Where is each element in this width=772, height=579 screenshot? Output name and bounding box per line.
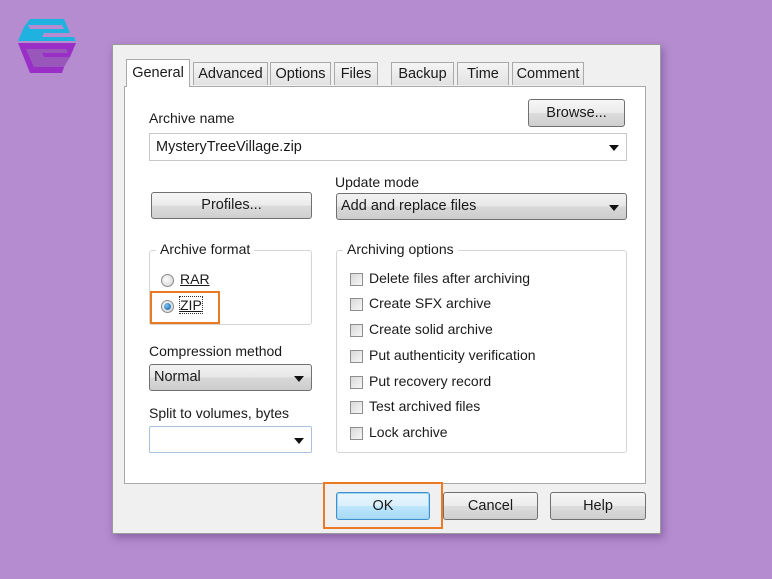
ok-button[interactable]: OK [336, 492, 430, 520]
test-archived-files-checkbox[interactable] [350, 401, 363, 414]
compression-method-value: Normal [154, 369, 201, 385]
archive-name-label: Archive name [149, 110, 235, 126]
lock-archive-label[interactable]: Lock archive [369, 424, 448, 440]
update-mode-label: Update mode [335, 174, 420, 190]
create-sfx-checkbox[interactable] [350, 298, 363, 311]
tab-comment[interactable]: Comment [512, 62, 584, 85]
recovery-record-label[interactable]: Put recovery record [369, 373, 491, 389]
archiving-options-title: Archiving options [343, 241, 458, 257]
tab-general[interactable]: General [126, 59, 190, 87]
archive-format-title: Archive format [156, 241, 255, 257]
lock-archive-checkbox[interactable] [350, 427, 363, 440]
delete-files-checkbox[interactable] [350, 273, 363, 286]
tab-advanced[interactable]: Advanced [193, 62, 268, 85]
delete-files-label[interactable]: Delete files after archiving [369, 270, 530, 286]
chevron-down-icon [294, 437, 304, 444]
compression-method-select[interactable]: Normal [149, 364, 312, 391]
archive-name-combobox[interactable]: MysteryTreeVillage.zip [149, 133, 627, 161]
create-solid-label[interactable]: Create solid archive [369, 321, 493, 337]
create-solid-checkbox[interactable] [350, 324, 363, 337]
compression-method-label: Compression method [149, 343, 283, 359]
archiving-options-group: Archiving options Delete files after arc… [336, 241, 627, 453]
split-volumes-combobox[interactable] [149, 426, 312, 453]
tab-time[interactable]: Time [457, 62, 509, 85]
tab-files[interactable]: Files [334, 62, 378, 85]
authenticity-verification-label[interactable]: Put authenticity verification [369, 347, 536, 363]
zip-radio[interactable] [161, 300, 174, 313]
create-sfx-label[interactable]: Create SFX archive [369, 295, 491, 311]
archive-settings-dialog: General Advanced Options Files Backup Ti… [112, 44, 661, 534]
hexagon-e-logo-icon [18, 19, 76, 73]
tab-backup[interactable]: Backup [391, 62, 454, 85]
zip-label-text: ZIP [180, 297, 202, 313]
chevron-down-icon [294, 375, 304, 382]
archive-format-group: Archive format RAR ZIP [149, 241, 312, 325]
general-tab-panel: Archive name Browse... MysteryTreeVillag… [124, 86, 646, 484]
test-archived-files-label[interactable]: Test archived files [369, 398, 480, 414]
authenticity-verification-checkbox[interactable] [350, 350, 363, 363]
cancel-button[interactable]: Cancel [443, 492, 538, 520]
update-mode-select[interactable]: Add and replace files [336, 193, 627, 220]
update-mode-value: Add and replace files [341, 198, 477, 214]
chevron-down-icon [609, 204, 619, 211]
rar-radio-label[interactable]: RAR [180, 271, 210, 287]
rar-label-text: RAR [180, 271, 210, 287]
archive-name-value: MysteryTreeVillage.zip [156, 139, 302, 155]
profiles-button[interactable]: Profiles... [151, 192, 312, 219]
help-button[interactable]: Help [550, 492, 646, 520]
tab-options[interactable]: Options [270, 62, 331, 85]
chevron-down-icon [609, 145, 619, 151]
split-volumes-label: Split to volumes, bytes [149, 405, 290, 421]
rar-radio[interactable] [161, 274, 174, 287]
browse-button[interactable]: Browse... [528, 99, 625, 127]
zip-radio-label[interactable]: ZIP [179, 296, 203, 314]
recovery-record-checkbox[interactable] [350, 376, 363, 389]
